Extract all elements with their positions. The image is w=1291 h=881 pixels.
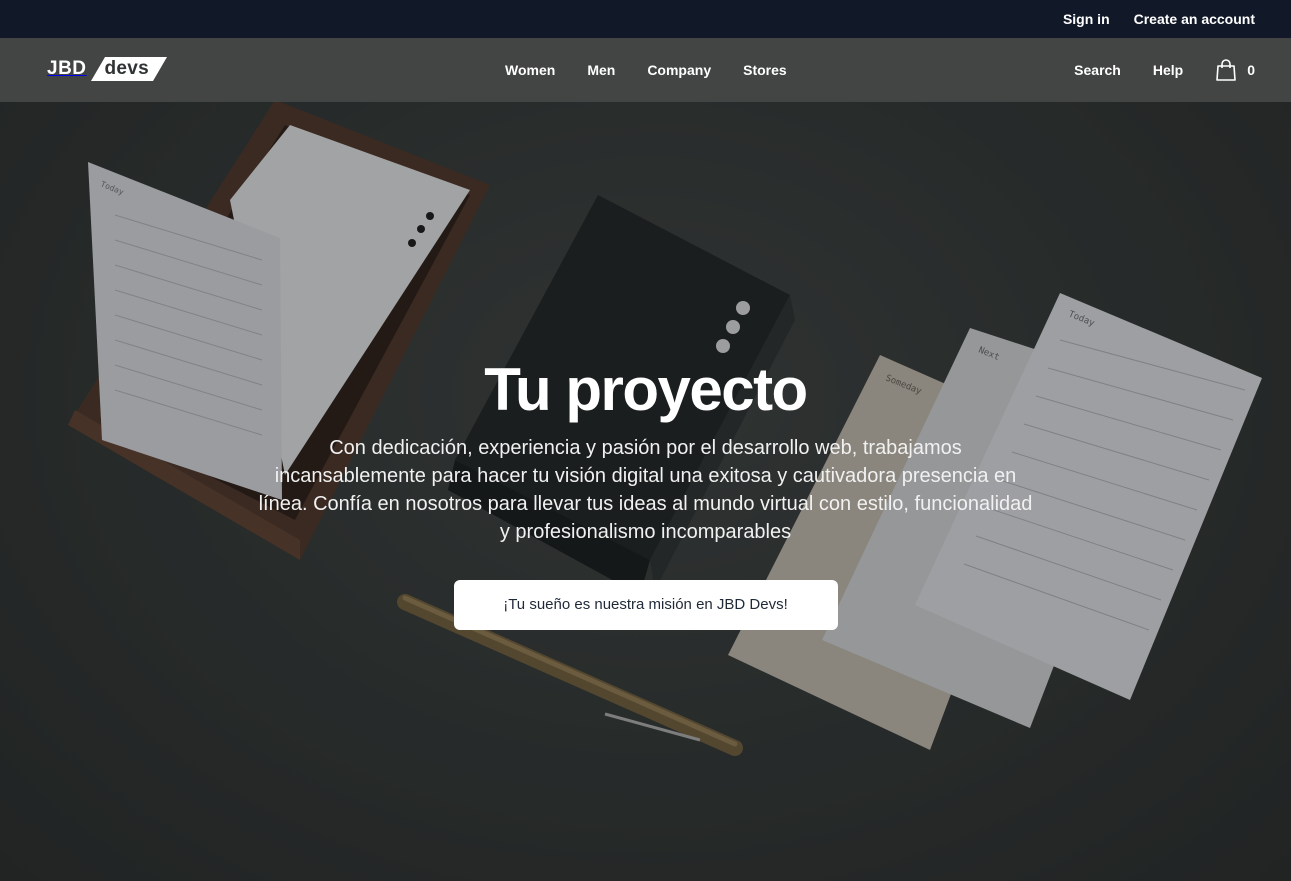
main-navigation: JBD devs Women Men Company Stores Search… bbox=[0, 38, 1291, 102]
help-link[interactable]: Help bbox=[1153, 62, 1183, 78]
nav-link-company[interactable]: Company bbox=[647, 62, 711, 78]
top-utility-bar: Sign in Create an account bbox=[0, 0, 1291, 38]
hero-content: Tu proyecto Con dedicación, experiencia … bbox=[0, 352, 1291, 630]
search-link[interactable]: Search bbox=[1074, 62, 1121, 78]
hero-title: Tu proyecto bbox=[484, 356, 808, 423]
create-account-link[interactable]: Create an account bbox=[1134, 11, 1255, 27]
shopping-bag-icon bbox=[1216, 59, 1237, 81]
logo-text-devs: devs bbox=[104, 58, 150, 79]
logo-devs-badge: devs bbox=[90, 57, 167, 81]
nav-link-stores[interactable]: Stores bbox=[743, 62, 787, 78]
sign-in-link[interactable]: Sign in bbox=[1063, 11, 1110, 27]
nav-link-women[interactable]: Women bbox=[505, 62, 555, 78]
hero-description: Con dedicación, experiencia y pasión por… bbox=[258, 437, 1033, 543]
hero-cta-button[interactable]: ¡Tu sueño es nuestra misión en JBD Devs! bbox=[453, 580, 838, 630]
hero-section: Today Someday Next Today Tu proyecto Con… bbox=[0, 0, 1291, 881]
cart-button[interactable]: 0 bbox=[1215, 58, 1255, 82]
brand-logo[interactable]: JBD devs bbox=[47, 56, 167, 82]
nav-actions: Search Help 0 bbox=[1074, 38, 1255, 102]
nav-link-men[interactable]: Men bbox=[587, 62, 615, 78]
cart-count: 0 bbox=[1247, 62, 1255, 78]
nav-links: Women Men Company Stores bbox=[505, 38, 787, 102]
logo-text-jbd: JBD bbox=[47, 58, 87, 79]
